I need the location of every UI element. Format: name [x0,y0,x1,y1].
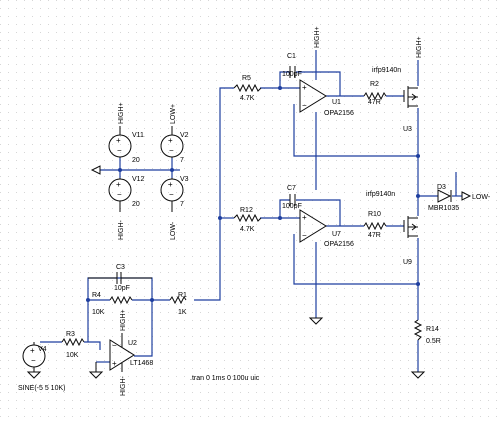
c1-name: C1 [287,53,296,60]
u1-name: U1 [332,99,341,106]
svg-text:−: − [169,146,174,155]
v12-value: 20 [132,201,140,208]
r3-value: 10K [66,352,79,359]
v11-value: 20 [132,157,140,164]
c7-name: C7 [287,185,296,192]
r2-name: R2 [370,81,379,88]
r12-value: 4.7K [240,226,255,233]
svg-text:+: + [30,346,35,355]
v11-name: V11 [132,132,144,139]
svg-text:−: − [117,190,122,199]
svg-text:−: − [302,101,307,110]
c7-value: 100pF [282,203,302,210]
r1-name: R1 [178,292,187,299]
r4-name: R4 [92,292,101,299]
c3-name: C3 [116,264,125,271]
d3-value: MBR1035 [428,205,459,212]
schematic-svg: +− +− +− +− +− −+ +− +− V11 20 V12 20 V2… [0,0,501,424]
net-high-u3: HIGH+ [416,36,423,58]
net-low-v2: LOW+ [170,104,177,124]
net-high-u2: HIGH+ [120,309,127,331]
svg-text:−: − [31,356,36,365]
svg-text:−: − [117,146,122,155]
r3-name: R3 [66,331,75,338]
svg-text:+: + [302,213,307,222]
net-high-v11: HIGH+ [118,102,125,124]
u3-value: irfp9140n [372,67,401,74]
u9-name: U9 [403,259,412,266]
u2-name: U2 [128,340,137,347]
v3-name: V3 [180,176,189,183]
r5-value: 4.7K [240,95,255,102]
svg-text:+: + [116,180,121,189]
svg-text:+: + [168,136,173,145]
u1-value: OPA2156 [324,110,354,117]
v4-value: SINE(-5 5 10K) [18,385,65,392]
u9-value: irfp9140n [366,191,395,198]
v12-name: V12 [132,176,145,183]
u2-value: LT1468 [130,360,153,367]
c1-value: 100pF [282,71,302,78]
v2-value: 7 [180,157,184,164]
net-high-u1: HIGH+ [314,26,321,48]
d3-name: D3 [437,184,446,191]
r1-value: 1K [178,309,187,316]
svg-text:+: + [116,136,121,145]
v4-name: V4 [38,346,47,353]
r5-name: R5 [242,75,251,82]
net-low-neg-v3: LOW- [170,221,177,240]
u3-name: U3 [403,126,412,133]
directive: .tran 0 1ms 0 100u uic [190,375,260,382]
c3-value: 10pF [114,285,130,292]
svg-text:−: − [302,231,307,240]
r12-name: R12 [240,207,253,214]
r2-value: 47R [368,99,381,106]
svg-text:+: + [302,83,307,92]
svg-text:+: + [168,180,173,189]
u7-name: U7 [332,231,341,238]
svg-text:+: + [112,359,117,368]
r10-name: R10 [368,211,381,218]
r14-name: R14 [426,326,439,333]
schematic-canvas: + − + − + − + − + − − + + − + − V11 20 V… [0,0,501,424]
u7-value: OPA2156 [324,241,354,248]
net-high-neg-v12: HIGH- [118,220,125,241]
v2-name: V2 [180,132,189,139]
svg-text:−: − [169,190,174,199]
svg-text:−: − [112,341,117,350]
r4-value: 10K [92,309,105,316]
r10-value: 47R [368,232,381,239]
net-low-neg: LOW- [472,194,491,201]
r14-value: 0.5R [426,338,441,345]
net-high-neg-u2: HIGH- [120,376,127,397]
v3-value: 7 [180,201,184,208]
